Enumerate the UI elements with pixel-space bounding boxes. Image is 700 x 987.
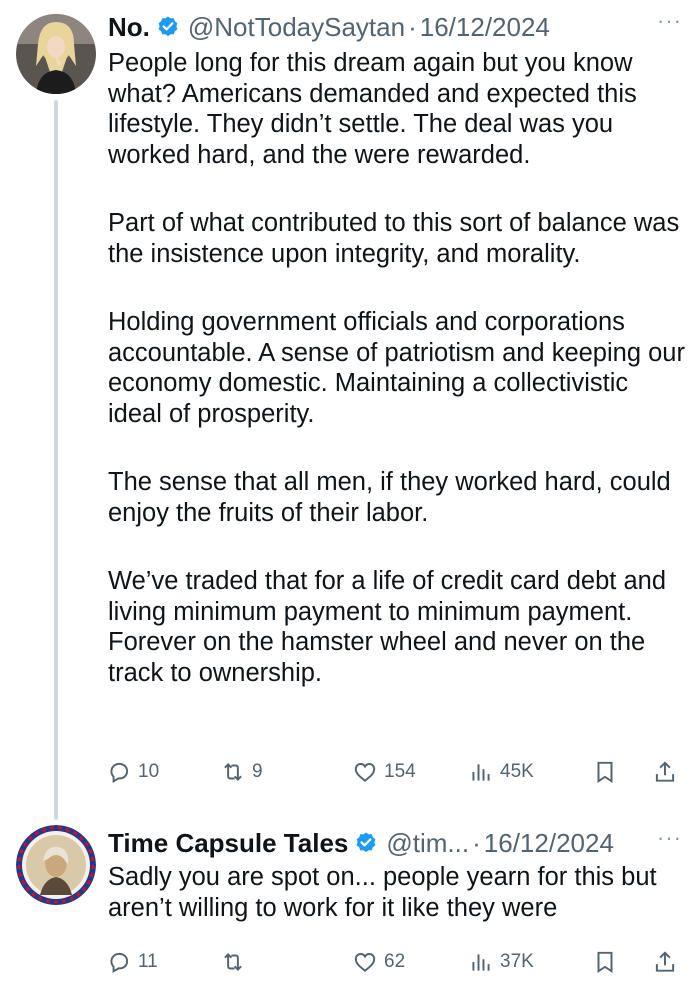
share-button[interactable] <box>652 945 678 979</box>
bookmark-icon <box>597 951 613 974</box>
bookmark-button[interactable] <box>592 945 618 979</box>
tweet-text: Sadly you are spot on... people yearn fo… <box>108 862 688 923</box>
tweet-header: Time Capsule Tales @tim... · 16/12/2024 <box>108 823 684 863</box>
views-icon <box>472 954 490 971</box>
verified-badge-icon <box>356 832 376 853</box>
tweet-paragraph: People long for this dream again but you… <box>108 49 637 169</box>
action-bar: 10 9 154 45K <box>106 755 684 789</box>
retweet-count: 9 <box>252 761 263 782</box>
tweet-paragraph: The sense that all men, if they worked h… <box>108 468 671 527</box>
display-name[interactable]: Time Capsule Tales <box>108 828 348 859</box>
thread-line <box>54 100 58 820</box>
like-button[interactable]: 62 <box>352 945 405 979</box>
retweet-icon <box>224 763 242 781</box>
share-icon <box>655 761 675 782</box>
more-options-icon[interactable]: ··· <box>657 825 682 851</box>
post-date[interactable]: 16/12/2024 <box>420 12 550 43</box>
views-button[interactable]: 37K <box>468 945 534 979</box>
tweet-paragraph: Part of what contributed to this sort of… <box>108 209 680 268</box>
like-count: 154 <box>384 761 416 782</box>
more-options-icon[interactable]: ··· <box>657 8 682 34</box>
reply-button[interactable]: 10 <box>106 755 159 789</box>
reply-icon <box>110 952 129 974</box>
like-button[interactable]: 154 <box>352 755 416 789</box>
share-icon <box>655 951 675 972</box>
view-count: 45K <box>500 761 534 782</box>
share-button[interactable] <box>652 755 678 789</box>
user-handle[interactable]: @NotTodaySaytan <box>188 12 405 43</box>
display-name[interactable]: No. <box>108 12 150 43</box>
tweet-header: No. @NotTodaySaytan · 16/12/2024 <box>108 7 684 47</box>
separator-dot: · <box>472 827 481 858</box>
like-count: 62 <box>384 951 406 972</box>
tweet-paragraph: We’ve traded that for a life of credit c… <box>108 567 667 687</box>
tweet-main: No. @NotTodaySaytan · 16/12/2024 ··· Peo… <box>0 0 700 820</box>
reply-count: 10 <box>138 761 160 782</box>
retweet-icon <box>224 953 242 971</box>
avatar[interactable] <box>16 825 96 905</box>
views-button[interactable]: 45K <box>468 755 534 789</box>
retweet-button[interactable] <box>220 945 252 979</box>
reply-count: 11 <box>138 951 158 972</box>
retweet-button[interactable]: 9 <box>220 755 263 789</box>
reply-icon <box>110 762 129 784</box>
verified-badge-icon <box>158 16 178 37</box>
tweet-paragraph: Holding government officials and corpora… <box>108 308 685 428</box>
tweet-paragraph: Sadly you are spot on... people yearn fo… <box>108 863 657 922</box>
tweet-text: People long for this dream again but you… <box>108 48 688 688</box>
action-bar: 11 62 37K <box>106 945 684 979</box>
avatar[interactable] <box>16 14 96 94</box>
bookmark-button[interactable] <box>592 755 618 789</box>
user-handle[interactable]: @tim... <box>386 828 469 859</box>
reply-button[interactable]: 11 <box>106 945 158 979</box>
bookmark-icon <box>597 761 613 784</box>
views-icon <box>472 764 490 781</box>
view-count: 37K <box>500 951 534 972</box>
like-icon <box>354 953 376 972</box>
like-icon <box>354 763 376 782</box>
post-date[interactable]: 16/12/2024 <box>484 828 614 859</box>
separator-dot: · <box>408 11 417 42</box>
